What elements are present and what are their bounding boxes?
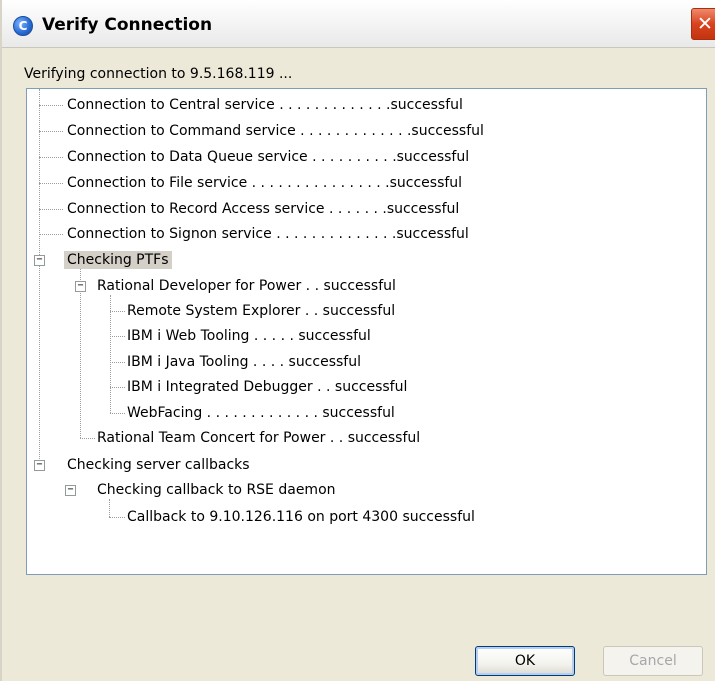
tree-guide-line: [110, 295, 111, 413]
tree-branch-line: [110, 387, 125, 388]
tree-item-callback-result[interactable]: Callback to 9.10.126.116 on port 4300 su…: [127, 508, 475, 526]
tree-branch-line: [39, 234, 63, 235]
window-title: Verify Connection: [42, 15, 213, 35]
tree-branch-line: [39, 209, 63, 210]
tree-item-central-service[interactable]: Connection to Central service . . . . . …: [67, 96, 463, 114]
cancel-button[interactable]: Cancel: [603, 646, 703, 676]
app-icon: C: [13, 16, 33, 36]
tree-item-rational-team-concert[interactable]: Rational Team Concert for Power . . succ…: [97, 429, 420, 447]
tree-branch-line: [110, 362, 125, 363]
tree-item-webfacing[interactable]: WebFacing . . . . . . . . . . . . . succ…: [127, 404, 395, 422]
close-button[interactable]: ✕: [691, 8, 715, 40]
tree-item-record-access-service[interactable]: Connection to Record Access service . . …: [67, 200, 459, 218]
cancel-button-label: Cancel: [629, 653, 677, 669]
tree-branch-line: [39, 105, 63, 106]
tree-item-web-tooling[interactable]: IBM i Web Tooling . . . . . successful: [127, 327, 371, 345]
tree-item-java-tooling[interactable]: IBM i Java Tooling . . . . successful: [127, 353, 361, 371]
tree-branch-line: [39, 183, 63, 184]
tree-item-signon-service[interactable]: Connection to Signon service . . . . . .…: [67, 225, 469, 243]
tree-branch-line: [110, 413, 125, 414]
collapse-icon[interactable]: −: [75, 281, 86, 292]
verifying-status-label: Verifying connection to 9.5.168.119 ...: [24, 66, 293, 82]
tree-guide-line: [39, 89, 40, 467]
verify-connection-dialog: C Verify Connection ✕ Verifying connecti…: [0, 0, 715, 681]
tree-guide-line: [109, 499, 110, 517]
tree-item-file-service[interactable]: Connection to File service . . . . . . .…: [67, 174, 462, 192]
collapse-icon[interactable]: −: [34, 255, 45, 266]
tree-branch-line: [109, 517, 125, 518]
tree-item-integrated-debugger[interactable]: IBM i Integrated Debugger . . successful: [127, 378, 407, 396]
tree-item-rational-developer[interactable]: Rational Developer for Power . . success…: [97, 277, 396, 295]
ok-button-label: OK: [514, 653, 536, 669]
tree-branch-line: [39, 131, 63, 132]
tree-item-remote-system-explorer[interactable]: Remote System Explorer . . successful: [127, 302, 395, 320]
collapse-icon[interactable]: −: [65, 485, 76, 496]
ok-button[interactable]: OK: [475, 646, 575, 676]
tree-item-data-queue-service[interactable]: Connection to Data Queue service . . . .…: [67, 148, 469, 166]
close-icon: ✕: [697, 13, 713, 35]
tree-item-rse-daemon[interactable]: Checking callback to RSE daemon: [97, 481, 336, 499]
tree-item-command-service[interactable]: Connection to Command service . . . . . …: [67, 122, 484, 140]
tree-item-checking-ptfs[interactable]: Checking PTFs: [64, 251, 172, 269]
tree-branch-line: [39, 157, 63, 158]
tree-item-server-callbacks[interactable]: Checking server callbacks: [67, 456, 250, 474]
tree-branch-line: [110, 311, 125, 312]
tree-guide-line: [80, 269, 81, 438]
collapse-icon[interactable]: −: [34, 460, 45, 471]
title-bar[interactable]: C Verify Connection ✕: [2, 0, 715, 48]
tree-branch-line: [110, 336, 125, 337]
tree-branch-line: [80, 438, 95, 439]
results-tree[interactable]: Connection to Central service . . . . . …: [26, 88, 707, 575]
